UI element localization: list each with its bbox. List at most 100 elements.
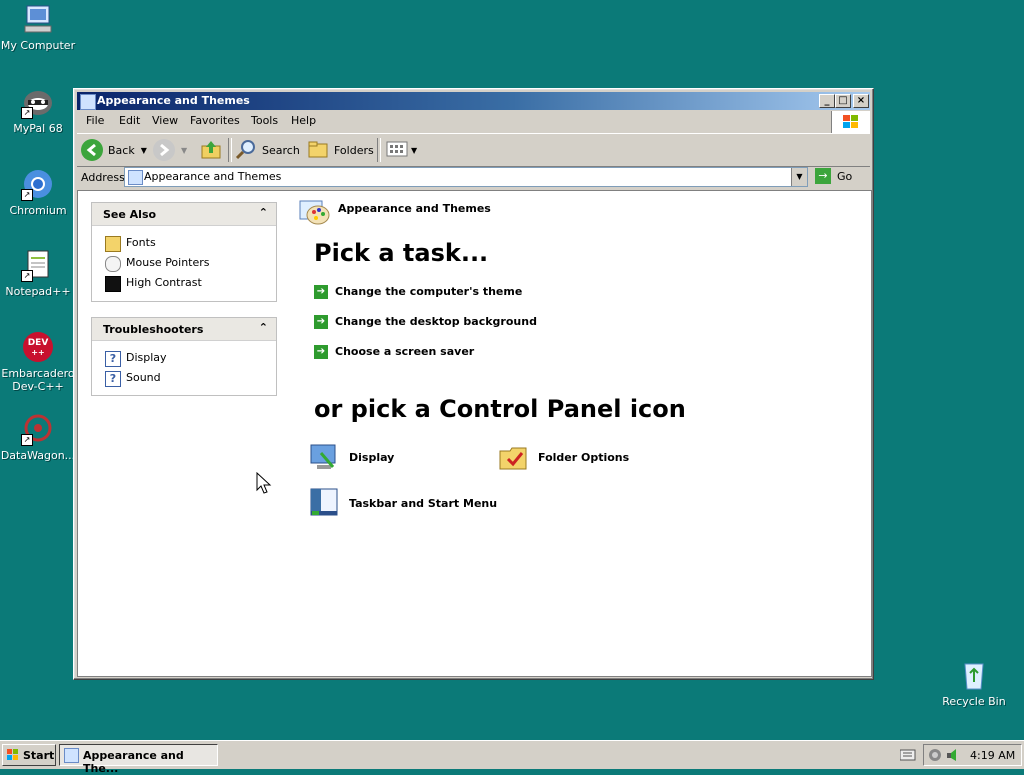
shortcut-arrow-icon: ↗ bbox=[21, 189, 33, 201]
folder-options-icon bbox=[498, 441, 530, 473]
menu-bar: File Edit View Favorites Tools Help bbox=[77, 111, 870, 133]
menu-edit[interactable]: Edit bbox=[119, 114, 140, 127]
keyboard-icon[interactable] bbox=[899, 749, 916, 764]
desktop-icon-label: DataWagon... bbox=[0, 449, 76, 462]
shortcut-arrow-icon: ↗ bbox=[21, 434, 33, 446]
shortcut-arrow-icon: ↗ bbox=[21, 270, 33, 282]
control-panel-icon bbox=[128, 170, 143, 185]
desktop-icon-notepadpp[interactable]: ↗ Notepad++ bbox=[0, 248, 76, 298]
mouse-cursor-icon bbox=[256, 471, 272, 499]
dropdown-arrow-icon[interactable]: ▼ bbox=[411, 146, 417, 155]
forward-button[interactable]: ▼ bbox=[153, 139, 187, 161]
see-also-item-mouse-pointers[interactable]: Mouse Pointers bbox=[92, 253, 276, 273]
troubleshooter-item-label: Sound bbox=[126, 371, 161, 384]
troubleshooter-item-sound[interactable]: ? Sound bbox=[92, 368, 276, 388]
go-button[interactable]: → Go bbox=[815, 167, 852, 185]
folders-icon bbox=[306, 138, 330, 163]
menu-file[interactable]: File bbox=[86, 114, 104, 127]
taskbar-window-label: Appearance and The... bbox=[83, 749, 184, 775]
search-button[interactable]: Search bbox=[234, 139, 300, 161]
address-label: Address bbox=[81, 171, 125, 184]
desktop-icon-label: Recycle Bin bbox=[942, 695, 1006, 708]
task-label: Choose a screen saver bbox=[335, 345, 475, 358]
toolbar-separator bbox=[377, 138, 381, 162]
address-value: Appearance and Themes bbox=[144, 170, 282, 183]
cp-icon-folder-options[interactable]: Folder Options bbox=[498, 441, 629, 473]
high-contrast-icon bbox=[105, 276, 121, 292]
minimize-button[interactable]: _ bbox=[819, 94, 835, 108]
cp-icon-display[interactable]: Display bbox=[309, 441, 394, 473]
address-dropdown-button[interactable]: ▼ bbox=[791, 168, 807, 186]
taskbar: Start Appearance and The... 4:19 AM bbox=[0, 740, 1024, 775]
desktop-icon-my-computer[interactable]: My Computer bbox=[0, 2, 76, 52]
troubleshooter-item-label: Display bbox=[126, 351, 167, 364]
shortcut-arrow-icon: ↗ bbox=[21, 107, 33, 119]
see-also-title: See Also bbox=[103, 208, 157, 221]
search-label: Search bbox=[262, 143, 300, 157]
volume-icon[interactable] bbox=[945, 748, 959, 765]
troubleshooter-item-display[interactable]: ? Display bbox=[92, 348, 276, 368]
category-title: Appearance and Themes bbox=[338, 202, 491, 215]
window-title: Appearance and Themes bbox=[97, 94, 250, 107]
toolbar: Back ▼ ▼ Search Folders ▼ bbox=[77, 133, 870, 167]
back-arrow-icon bbox=[81, 139, 103, 161]
desktop-icon-mypal[interactable]: ↗ MyPal 68 bbox=[0, 85, 76, 135]
task-label: Change the desktop background bbox=[335, 315, 537, 328]
network-icon[interactable] bbox=[928, 748, 942, 765]
dropdown-arrow-icon[interactable]: ▼ bbox=[141, 146, 147, 155]
cp-icon-taskbar-start-menu[interactable]: Taskbar and Start Menu bbox=[309, 487, 497, 519]
cp-icon-label: Folder Options bbox=[538, 450, 630, 464]
back-button[interactable]: Back ▼ bbox=[81, 139, 147, 161]
views-icon bbox=[385, 138, 409, 163]
troubleshooters-header[interactable]: Troubleshooters ⌃ bbox=[92, 318, 276, 341]
collapse-chevron-icon[interactable]: ⌃ bbox=[259, 321, 268, 334]
notepadpp-icon: ↗ bbox=[21, 248, 55, 282]
explorer-window: Appearance and Themes _ □ × File Edit Vi… bbox=[73, 88, 874, 680]
close-button[interactable]: × bbox=[853, 94, 869, 108]
dropdown-arrow-icon[interactable]: ▼ bbox=[181, 146, 187, 155]
cp-icon-label: Display bbox=[349, 450, 395, 464]
address-input[interactable]: Appearance and Themes ▼ bbox=[124, 167, 808, 187]
svg-text:DEV: DEV bbox=[28, 338, 49, 348]
see-also-item-high-contrast[interactable]: High Contrast bbox=[92, 273, 276, 293]
pick-task-heading: Pick a task... bbox=[314, 239, 489, 267]
desktop-icon-datawagon[interactable]: ↗ DataWagon... bbox=[0, 412, 76, 462]
clock[interactable]: 4:19 AM bbox=[970, 749, 1015, 762]
desktop-icon-recycle-bin[interactable]: Recycle Bin bbox=[936, 658, 1012, 708]
task-change-background[interactable]: ➔ Change the desktop background bbox=[314, 315, 537, 329]
computer-icon bbox=[21, 2, 55, 36]
collapse-chevron-icon[interactable]: ⌃ bbox=[259, 206, 268, 219]
task-arrow-icon: ➔ bbox=[314, 345, 328, 359]
task-label: Change the computer's theme bbox=[335, 285, 523, 298]
views-button[interactable]: ▼ bbox=[385, 139, 417, 161]
desktop-icon-label: MyPal 68 bbox=[13, 122, 63, 135]
up-button[interactable] bbox=[199, 139, 223, 161]
menu-tools[interactable]: Tools bbox=[251, 114, 278, 127]
up-folder-icon bbox=[199, 138, 223, 163]
system-tray: 4:19 AM bbox=[923, 744, 1022, 766]
folders-button[interactable]: Folders bbox=[306, 139, 374, 161]
windows-logo-icon bbox=[6, 748, 20, 765]
see-also-header[interactable]: See Also ⌃ bbox=[92, 203, 276, 226]
desktop-icon-chromium[interactable]: ↗ Chromium bbox=[0, 167, 76, 217]
see-also-item-fonts[interactable]: Fonts bbox=[92, 233, 276, 253]
maximize-button[interactable]: □ bbox=[835, 94, 851, 108]
taskbar-start-menu-icon bbox=[309, 487, 341, 519]
task-arrow-icon: ➔ bbox=[314, 315, 328, 329]
task-arrow-icon: ➔ bbox=[314, 285, 328, 299]
start-button[interactable]: Start bbox=[2, 744, 56, 766]
menu-help[interactable]: Help bbox=[291, 114, 316, 127]
help-icon: ? bbox=[105, 351, 121, 367]
desktop-icon-label: My Computer bbox=[0, 39, 76, 52]
desktop-icon-devcpp[interactable]: DEV ++ Embarcadero Dev-C++ bbox=[0, 330, 76, 393]
task-screen-saver[interactable]: ➔ Choose a screen saver bbox=[314, 345, 474, 359]
task-change-theme[interactable]: ➔ Change the computer's theme bbox=[314, 285, 522, 299]
fonts-folder-icon bbox=[105, 236, 121, 252]
menu-view[interactable]: View bbox=[152, 114, 178, 127]
content-area: See Also ⌃ Fonts Mouse Pointers High Con… bbox=[77, 190, 872, 677]
title-bar[interactable]: Appearance and Themes _ □ × bbox=[77, 92, 870, 110]
category-header: Appearance and Themes bbox=[298, 195, 491, 232]
raccoon-icon: ↗ bbox=[21, 85, 55, 119]
taskbar-window-button[interactable]: Appearance and The... bbox=[59, 744, 218, 775]
menu-favorites[interactable]: Favorites bbox=[190, 114, 240, 127]
